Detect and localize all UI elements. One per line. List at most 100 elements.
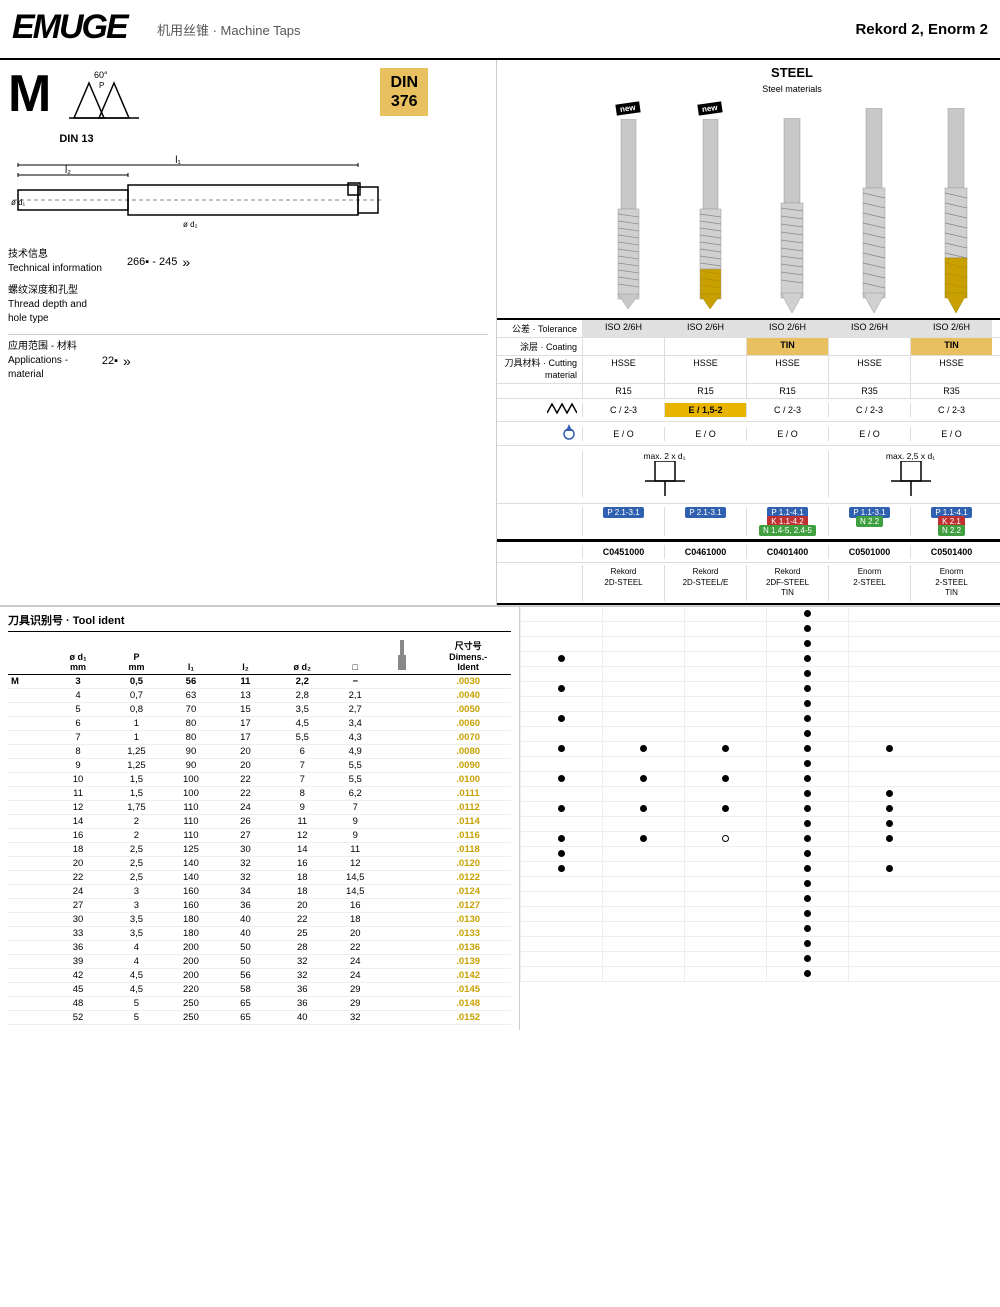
dots-row xyxy=(520,877,1000,892)
dots-row xyxy=(520,652,1000,667)
product-names-row: Rekord2D-STEEL Rekord2D-STEEL/E Rekord2D… xyxy=(497,563,1000,604)
spec-section: 公差 · Tolerance ISO 2/6H ISO 2/6H ISO 2/6… xyxy=(497,318,1000,446)
tech-info: 技术信息 Technical information 266▪ - 245 » xyxy=(8,248,488,276)
header-subtitle: 机用丝锥 · Machine Taps xyxy=(157,20,855,39)
dots-row xyxy=(520,772,1000,787)
cool-4: E / O xyxy=(828,427,910,441)
svg-text:ø d₁: ø d₁ xyxy=(11,198,26,207)
dots-row xyxy=(520,637,1000,652)
tech-drawing: l₁ l₂ ø d₁ ø d₂ xyxy=(8,155,488,238)
cut-mat-5: HSSE xyxy=(910,356,992,383)
table-row: 394200503224.0139 xyxy=(8,954,511,968)
table-row: 364200502822.0136 xyxy=(8,940,511,954)
product-col-1: new xyxy=(587,103,669,313)
tolerance-3: ISO 2/6H xyxy=(746,320,828,337)
dots-row xyxy=(520,892,1000,907)
dots-row xyxy=(520,952,1000,967)
product-col-5 xyxy=(915,103,997,313)
table-row: 424,5200563224.0142 xyxy=(8,968,511,982)
din-label: DIN 13 xyxy=(59,133,159,145)
product-col-2: new xyxy=(669,103,751,313)
dots-row xyxy=(520,922,1000,937)
grade-5: R35 xyxy=(910,384,992,398)
dots-row xyxy=(520,667,1000,682)
table-row: M30,556112,2−.0030 xyxy=(8,674,511,688)
table-row: 525250654032.0152 xyxy=(8,1010,511,1024)
table-row: 6180174,53,4.0060 xyxy=(8,716,511,730)
table-row: 101,51002275,5.0100 xyxy=(8,772,511,786)
table-row: 222,5140321814,5.0122 xyxy=(8,870,511,884)
chip-3: C / 2-3 xyxy=(746,403,828,417)
cut-mat-1: HSSE xyxy=(582,356,664,383)
applications-section: 应用范围 - 材料 Applications - material 22▪ » xyxy=(8,334,488,382)
dots-row xyxy=(520,787,1000,802)
grade-4: R35 xyxy=(828,384,910,398)
dots-row xyxy=(520,682,1000,697)
svg-text:EMUGE: EMUGE xyxy=(12,8,130,44)
dots-row xyxy=(520,712,1000,727)
m-symbol: M xyxy=(8,68,51,120)
dots-row xyxy=(520,967,1000,982)
coating-5: TIN xyxy=(910,338,992,355)
chip-2: E / 1,5-2 xyxy=(664,403,746,417)
table-row: 485250653629.0148 xyxy=(8,996,511,1010)
table-row: 40,763132,82,1.0040 xyxy=(8,688,511,702)
cool-1: E / O xyxy=(582,427,664,441)
dots-row xyxy=(520,847,1000,862)
product-col-4 xyxy=(833,103,915,313)
tolerance-4: ISO 2/6H xyxy=(828,320,910,337)
dots-row xyxy=(520,742,1000,757)
table-row: 273160362016.0127 xyxy=(8,898,511,912)
dots-row xyxy=(520,697,1000,712)
svg-text:l₂: l₂ xyxy=(65,165,71,176)
din-box: DIN376 xyxy=(380,68,428,116)
tool-ident-row: C0451000 C0461000 C0401400 C0501000 C050… xyxy=(497,540,1000,563)
dots-row xyxy=(520,607,1000,622)
header-product-line: Rekord 2, Enorm 2 xyxy=(855,21,988,38)
coating-1 xyxy=(582,338,664,355)
thread-diagram: 60° P xyxy=(59,68,159,128)
dots-row xyxy=(520,802,1000,817)
tolerance-1: ISO 2/6H xyxy=(582,320,664,337)
table-row: 7180175,54,3.0070 xyxy=(8,730,511,744)
dots-row xyxy=(520,907,1000,922)
thread-depth-section: 螺纹深度和孔型 Thread depth and hole type xyxy=(8,284,488,326)
coating-2 xyxy=(664,338,746,355)
table-row: 303,5180402218.0130 xyxy=(8,912,511,926)
table-row: 121,751102497.0112 xyxy=(8,800,511,814)
grade-1: R15 xyxy=(582,384,664,398)
tolerance-5: ISO 2/6H xyxy=(910,320,992,337)
coating-4 xyxy=(828,338,910,355)
dots-row xyxy=(520,862,1000,877)
cool-2: E / O xyxy=(664,427,746,441)
table-row: 182,5125301411.0118 xyxy=(8,842,511,856)
dots-row xyxy=(520,817,1000,832)
dots-row xyxy=(520,937,1000,952)
table-row: 91,25902075,5.0090 xyxy=(8,758,511,772)
table-row: 14211026119.0114 xyxy=(8,814,511,828)
cut-mat-3: HSSE xyxy=(746,356,828,383)
cool-3: E / O xyxy=(746,427,828,441)
table-row: 333,5180402520.0133 xyxy=(8,926,511,940)
product-col-3 xyxy=(751,103,833,313)
coating-3: TIN xyxy=(746,338,828,355)
logo: EMUGE xyxy=(12,6,142,52)
chip-1: C / 2-3 xyxy=(582,403,664,417)
grade-2: R15 xyxy=(664,384,746,398)
table-row: 50,870153,52,7.0050 xyxy=(8,702,511,716)
svg-text:60°: 60° xyxy=(94,70,108,80)
dots-row xyxy=(520,727,1000,742)
svg-text:ø d₂: ø d₂ xyxy=(183,220,198,229)
tolerance-2: ISO 2/6H xyxy=(664,320,746,337)
table-row: 454,5220583629.0145 xyxy=(8,982,511,996)
table-row: 111,51002286,2.0111 xyxy=(8,786,511,800)
table-row: 16211027129.0116 xyxy=(8,828,511,842)
chip-5: C / 2-3 xyxy=(910,403,992,417)
table-row: 81,25902064,9.0080 xyxy=(8,744,511,758)
cool-5: E / O xyxy=(910,427,992,441)
cut-mat-4: HSSE xyxy=(828,356,910,383)
svg-text:l₁: l₁ xyxy=(175,155,181,166)
thread-depth-row: max. 2 x d₁ max. 2,5 x d₁ xyxy=(497,446,1000,504)
cut-mat-2: HSSE xyxy=(664,356,746,383)
tool-ident-label: 刀具识别号 · Tool ident xyxy=(8,612,511,632)
